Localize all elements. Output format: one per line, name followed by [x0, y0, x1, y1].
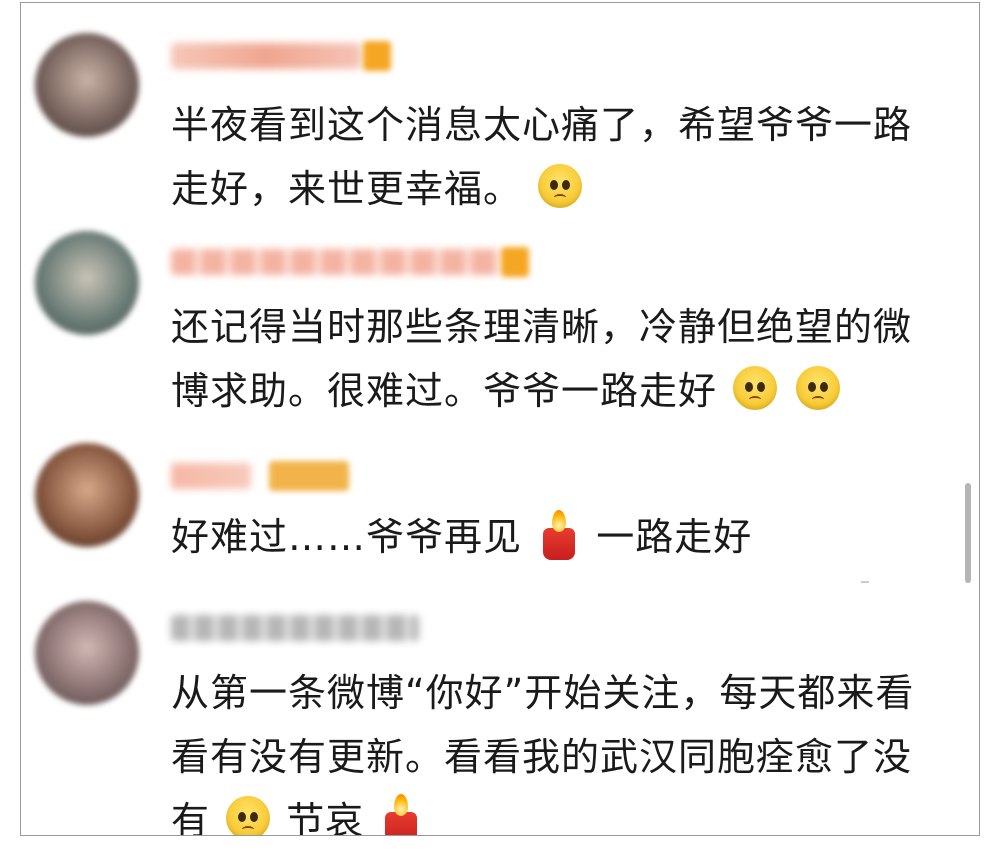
comment-line: 看有没有更新。看看我的武汉同胞痊愈了没 [171, 735, 913, 779]
comment-line: 走好，来世更幸福。 [171, 157, 961, 221]
comment-line-text: 好难过……爷爷再见 [171, 515, 523, 559]
comment-text: 半夜看到这个消息太心痛了，希望爷爷一路 走好，来世更幸福。 [171, 93, 961, 221]
username[interactable] [171, 463, 251, 489]
username[interactable] [171, 43, 361, 69]
avatar[interactable] [35, 231, 139, 335]
pleading-face-icon [226, 796, 271, 835]
candle-icon [381, 792, 421, 835]
pleading-face-icon [796, 366, 841, 410]
comment-line-text: 博求助。很难过。爷爷一路走好 [171, 369, 718, 413]
vip-badge-icon [363, 41, 391, 71]
comment-line: 半夜看到这个消息太心痛了，希望爷爷一路 [171, 103, 913, 147]
comment-line: 还记得当时那些条理清晰，冷静但绝望的微 [171, 305, 913, 349]
username[interactable] [171, 249, 501, 275]
comment-line: 有 节哀 [171, 789, 961, 836]
comment-line-text: 走好，来世更幸福。 [171, 167, 523, 211]
vip-badge-icon [269, 461, 349, 491]
pleading-face-icon [538, 164, 583, 208]
comment-list: 半夜看到这个消息太心痛了，希望爷爷一路 走好，来世更幸福。 还记得当时那些条理清… [20, 2, 980, 836]
comment-text: 从第一条微博“你好”开始关注，每天都来看 看有没有更新。看看我的武汉同胞痊愈了没… [171, 661, 961, 836]
comment-line-text: 一路走好 [596, 515, 753, 559]
candle-icon [539, 508, 579, 560]
avatar[interactable] [35, 601, 139, 705]
comment-line-text: 节哀 [286, 799, 365, 836]
comment-line: 从第一条微博“你好”开始关注，每天都来看 [171, 671, 915, 715]
comment-text: 好难过……爷爷再见 一路走好 [171, 505, 961, 569]
scrollbar[interactable] [965, 483, 971, 583]
vip-badge-icon [501, 247, 529, 277]
comment-text: 还记得当时那些条理清晰，冷静但绝望的微 博求助。很难过。爷爷一路走好 [171, 295, 961, 423]
pleading-face-icon [733, 366, 778, 410]
avatar[interactable] [35, 33, 139, 137]
comment-line: 好难过……爷爷再见 一路走好 [171, 505, 961, 569]
divider [861, 581, 869, 583]
comment-line-text: 有 [171, 799, 211, 836]
avatar[interactable] [35, 443, 139, 547]
comment-line: 博求助。很难过。爷爷一路走好 [171, 359, 961, 423]
username[interactable] [171, 615, 419, 641]
